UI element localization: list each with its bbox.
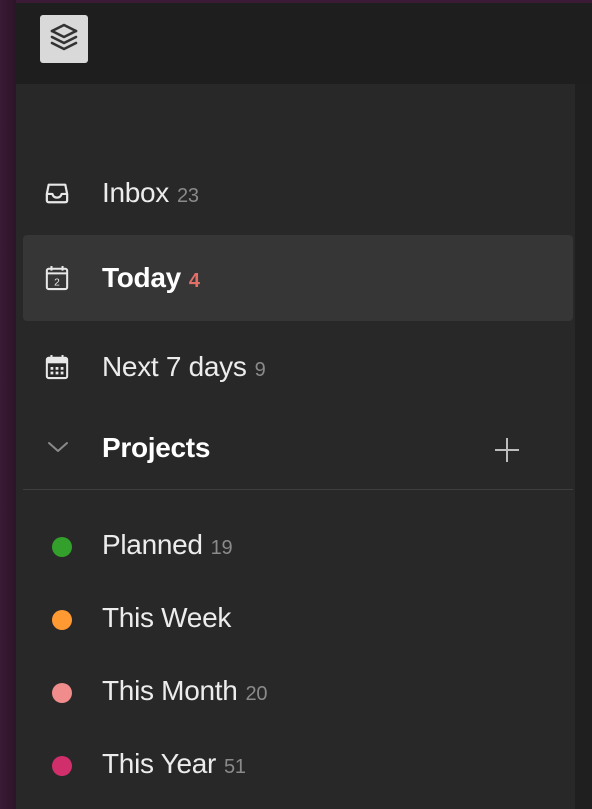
sidebar: Inbox 23 2 Today 4 Next 7 days 9 Project… xyxy=(16,84,575,809)
project-item-this-week[interactable]: This Week xyxy=(23,588,573,652)
project-count: 51 xyxy=(224,756,246,778)
layers-icon[interactable] xyxy=(40,15,88,63)
project-color-dot xyxy=(52,537,72,557)
nav-label-inbox: Inbox 23 xyxy=(102,177,199,208)
project-label: This Week xyxy=(102,602,232,633)
plus-icon xyxy=(495,438,519,462)
nav-item-next-7-days[interactable]: Next 7 days 9 xyxy=(23,324,573,410)
project-item-planned[interactable]: Planned 19 xyxy=(23,515,573,579)
inbox-count: 23 xyxy=(177,185,199,207)
project-label: Planned 19 xyxy=(102,529,233,560)
project-label: This Month 20 xyxy=(102,675,268,706)
nav-label-next-7-days: Next 7 days 9 xyxy=(102,351,266,382)
top-bar xyxy=(16,0,592,84)
nav-label-today: Today 4 xyxy=(102,262,200,293)
projects-title: Projects xyxy=(102,432,211,463)
project-color-dot xyxy=(52,610,72,630)
inbox-icon xyxy=(45,181,69,205)
nav-item-today[interactable]: 2 Today 4 xyxy=(23,235,573,321)
chevron-down-icon[interactable] xyxy=(47,440,69,454)
calendar-today-icon: 2 xyxy=(45,266,69,291)
divider xyxy=(23,489,573,490)
content-edge xyxy=(575,84,592,809)
projects-header[interactable]: Projects xyxy=(23,406,573,492)
project-item-this-month[interactable]: This Month 20 xyxy=(23,661,573,725)
add-project-button[interactable] xyxy=(491,434,523,466)
calendar-date: 2 xyxy=(54,277,60,288)
next7-count: 9 xyxy=(254,359,266,381)
project-color-dot xyxy=(52,756,72,776)
today-count: 4 xyxy=(188,270,200,292)
project-label: This Year 51 xyxy=(102,748,246,779)
project-count: 20 xyxy=(245,683,268,705)
project-count: 19 xyxy=(210,537,233,559)
nav-item-inbox[interactable]: Inbox 23 xyxy=(23,150,573,236)
app-window: Inbox 23 2 Today 4 Next 7 days 9 Project… xyxy=(0,0,592,809)
project-color-dot xyxy=(52,683,72,703)
calendar-grid-icon xyxy=(45,355,69,380)
project-item-this-year[interactable]: This Year 51 xyxy=(23,734,573,798)
